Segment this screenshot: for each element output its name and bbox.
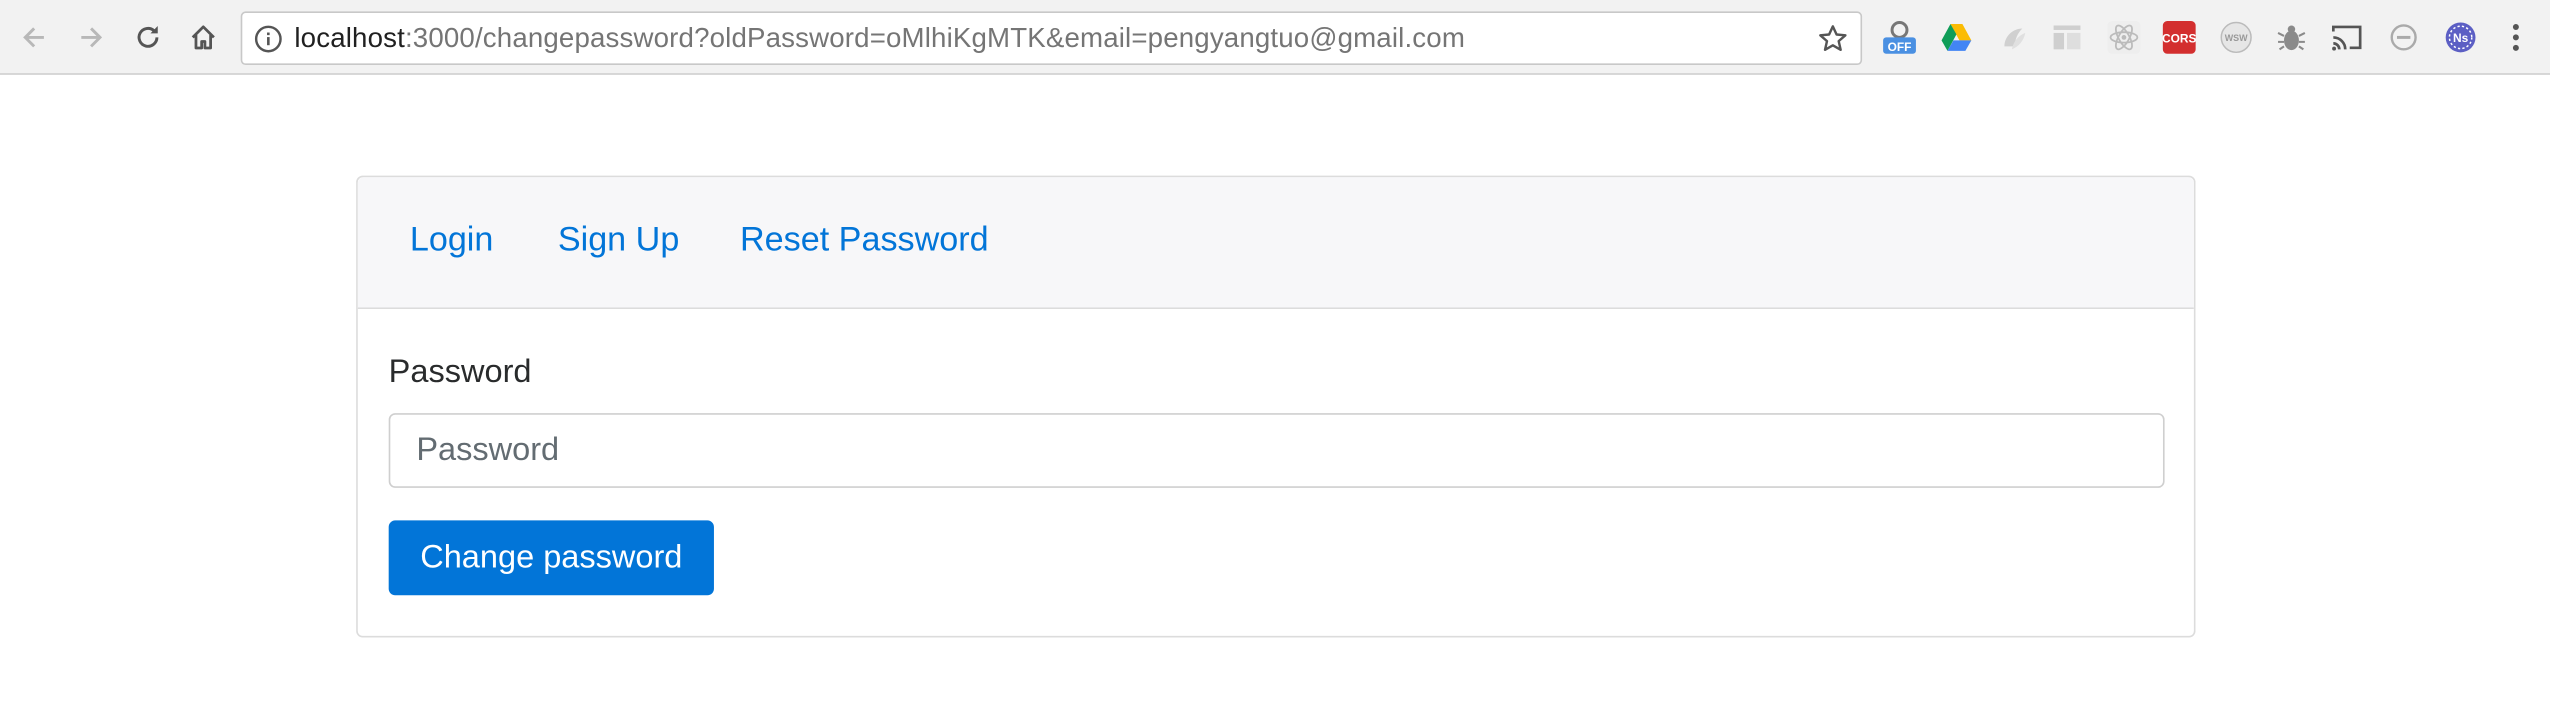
auth-card: Login Sign Up Reset Password Password Ch… [356,175,2196,638]
ns-extension-icon[interactable]: Ns [2441,18,2480,57]
url-path: :3000/changepassword?oldPassword=oMlhiKg… [404,21,1466,53]
gray-swirl-extension-icon[interactable] [1994,18,2033,57]
reload-icon[interactable] [124,13,173,62]
nav-reset-password-link[interactable]: Reset Password [740,221,989,260]
ns-badge-text: Ns [2453,31,2469,45]
bug-extension-icon[interactable] [2272,18,2311,57]
menu-kebab-icon[interactable] [2496,18,2535,57]
google-drive-icon[interactable] [1937,18,1976,57]
off-badge-text: OFF [1888,40,1912,54]
wsw-extension-icon[interactable]: WSW [2217,18,2256,57]
bookmark-star-icon[interactable] [1817,23,1850,56]
change-password-button[interactable]: Change password [388,520,714,596]
cors-extension-icon[interactable]: CORS [2160,18,2199,57]
url-text: localhost:3000/changepassword?oldPasswor… [294,22,1465,55]
back-arrow-icon[interactable] [10,13,59,62]
forward-arrow-icon[interactable] [67,13,116,62]
wsw-badge-text: WSW [2225,33,2248,43]
react-devtools-icon[interactable] [2104,18,2143,57]
layout-extension-icon[interactable] [2048,18,2087,57]
address-bar[interactable]: localhost:3000/changepassword?oldPasswor… [240,11,1863,66]
password-input[interactable] [388,413,2165,488]
browser-toolbar: localhost:3000/changepassword?oldPasswor… [0,0,2550,75]
nav-signup-link[interactable]: Sign Up [558,221,680,260]
cors-badge-text: CORS [2162,32,2196,46]
home-icon[interactable] [179,13,228,62]
nav-login-link[interactable]: Login [410,221,494,260]
blocked-circle-icon[interactable] [2384,18,2423,57]
card-header-nav: Login Sign Up Reset Password [357,177,2194,309]
site-info-icon[interactable] [254,24,283,53]
password-label: Password [388,354,532,391]
browser-window: localhost:3000/changepassword?oldPasswor… [0,0,2550,722]
url-host: localhost [294,21,405,53]
off-badge-extension-icon[interactable]: OFF [1880,18,1919,57]
cast-icon[interactable] [2327,18,2366,57]
